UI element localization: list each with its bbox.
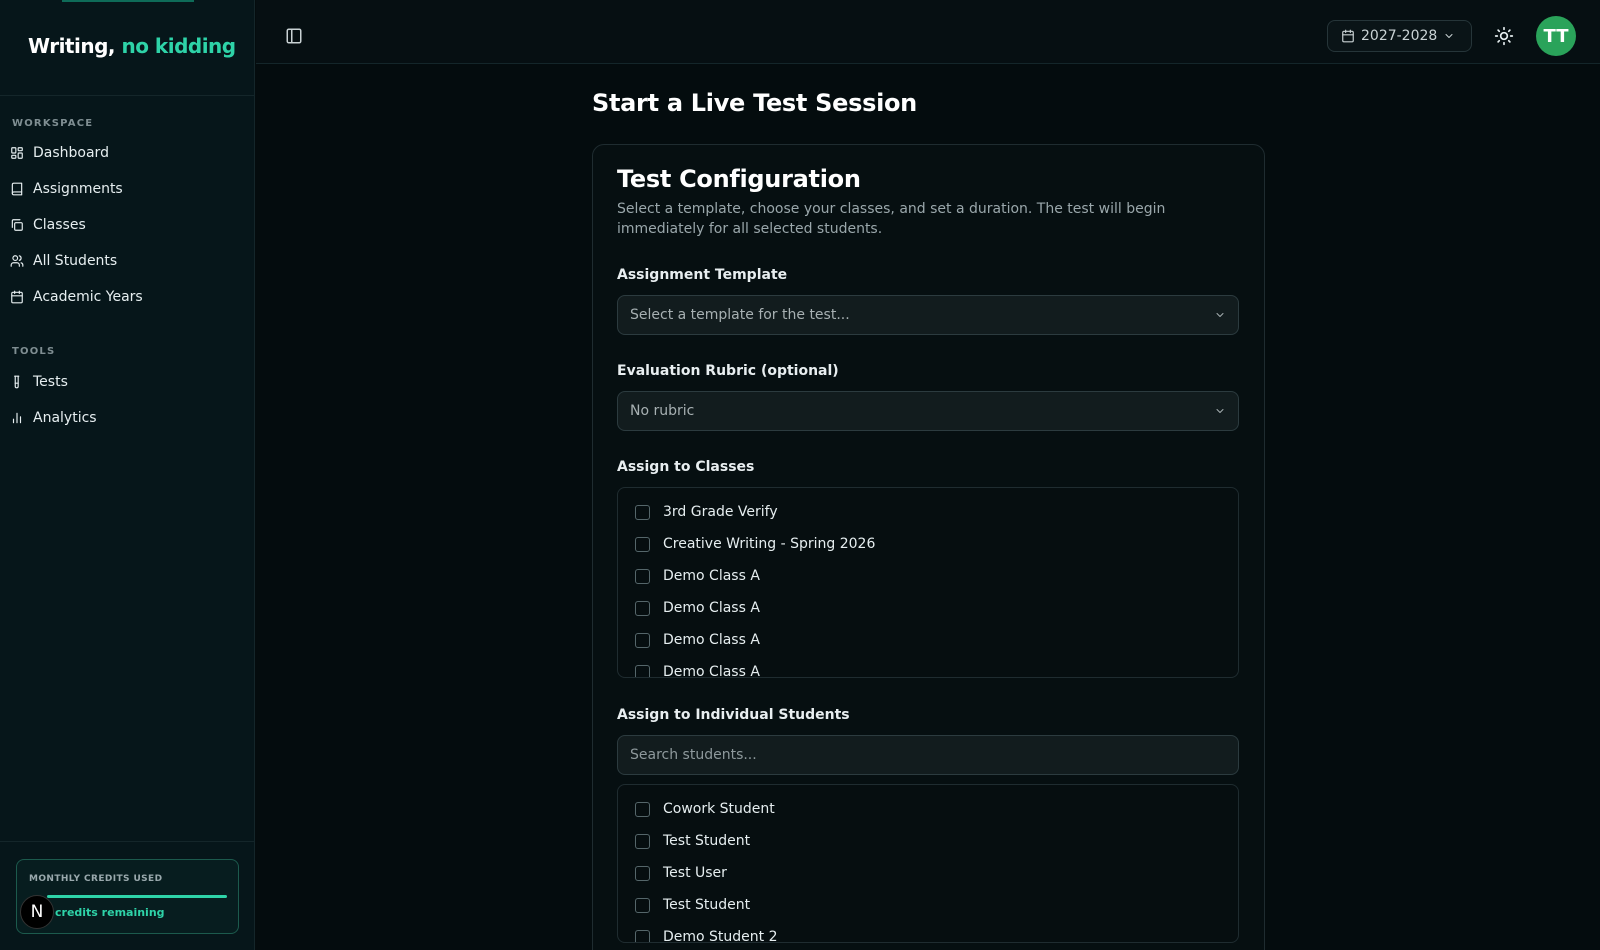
brand-part-1: Writing, [28,34,116,58]
chevron-down-icon [1216,409,1224,413]
student-option[interactable]: Cowork Student [635,799,775,819]
student-checkbox[interactable] [635,865,650,881]
student-option-label: Test Student [663,833,751,849]
test-tube-icon [14,375,20,389]
class-checkbox[interactable] [635,600,650,616]
card-description: Select a template, choose your classes, … [617,201,1166,237]
evaluation-rubric-value: No rubric [630,403,695,419]
tools-section-label: TOOLS [12,346,56,357]
student-checkbox[interactable] [635,897,650,913]
brand-logo[interactable]: Writing, no kidding [28,34,236,58]
card-title: Test Configuration [617,165,861,193]
assign-students-label: Assign to Individual Students [617,707,850,723]
sun-icon[interactable] [1494,26,1514,46]
classes-list[interactable]: 3rd Grade Verify Creative Writing - Spri… [617,487,1239,678]
assignment-template-label: Assignment Template [617,267,788,283]
student-checkbox[interactable] [635,801,650,817]
assignment-template-placeholder: Select a template for the test... [630,307,850,323]
sidebar-item-tests[interactable]: Tests [8,367,246,397]
student-option-label: Test Student [663,897,751,913]
evaluation-rubric-select[interactable]: No rubric [617,391,1239,431]
bar-chart-icon [12,412,22,424]
chevron-down-icon [1216,313,1224,317]
sidebar-item-label: Dashboard [33,145,109,161]
sidebar-item-classes[interactable]: Classes [8,210,246,240]
student-option[interactable]: Test Student [635,895,750,915]
student-option-label: Cowork Student [663,801,775,817]
sidebar-toggle-icon[interactable] [285,27,303,45]
book-icon [11,182,23,196]
sidebar-item-analytics[interactable]: Analytics [8,403,246,433]
sidebar-footer-divider [0,841,255,842]
class-option-label: Demo Class A [663,600,760,616]
calendar-icon [1342,29,1354,43]
student-checkbox[interactable] [635,833,650,849]
class-option-label: Demo Class A [663,632,760,648]
brand-part-2: no kidding [121,34,236,58]
class-option[interactable]: Demo Class A [635,630,760,650]
student-option[interactable]: Test User [635,863,727,883]
class-option-label: 3rd Grade Verify [663,504,778,520]
class-checkbox[interactable] [635,632,650,648]
academic-year-select[interactable]: 2027-2028 [1327,20,1472,52]
sidebar-item-label: Academic Years [33,289,143,305]
credits-title: MONTHLY CREDITS USED [29,874,163,884]
copy-icon [11,219,23,231]
credits-progress-bar [47,895,227,898]
user-avatar[interactable]: TT [1536,16,1576,56]
class-checkbox[interactable] [635,568,650,584]
student-option[interactable]: Demo Student 2 [635,927,778,943]
credits-remaining-text: credits remaining [55,906,165,919]
student-option-label: Demo Student 2 [663,929,778,943]
class-option-label: Creative Writing - Spring 2026 [663,536,876,552]
sidebar-item-assignments[interactable]: Assignments [8,174,246,204]
dashboard-icon [11,147,23,159]
sidebar: Writing, no kidding WORKSPACE Dashboard … [0,0,255,950]
class-option[interactable]: Demo Class A [635,598,760,618]
student-search-input[interactable] [617,735,1239,775]
class-option-label: Demo Class A [663,568,760,584]
assign-classes-label: Assign to Classes [617,459,755,475]
evaluation-rubric-label: Evaluation Rubric (optional) [617,363,839,379]
student-option-label: Test User [663,865,727,881]
class-checkbox[interactable] [635,504,650,520]
sidebar-item-label: Classes [33,217,86,233]
sidebar-item-dashboard[interactable]: Dashboard [8,138,246,168]
class-option-label: Demo Class A [663,664,760,678]
sidebar-item-all-students[interactable]: All Students [8,246,246,276]
assignment-template-select[interactable]: Select a template for the test... [617,295,1239,335]
class-option[interactable]: 3rd Grade Verify [635,502,778,522]
sidebar-item-label: Assignments [33,181,123,197]
class-checkbox[interactable] [635,536,650,552]
class-option[interactable]: Demo Class A [635,566,760,586]
sidebar-item-label: All Students [33,253,118,269]
sidebar-divider [0,95,255,96]
page-title: Start a Live Test Session [592,89,917,117]
users-icon [10,255,24,267]
calendar-icon [11,290,23,304]
class-option[interactable]: Demo Class A [635,662,760,678]
student-checkbox[interactable] [635,929,650,942]
sidebar-top-accent [62,0,194,2]
sidebar-item-label: Analytics [33,410,97,426]
academic-year-value: 2027-2028 [1361,28,1438,44]
class-option[interactable]: Creative Writing - Spring 2026 [635,534,875,554]
chevron-down-icon [1445,34,1453,38]
student-option[interactable]: Test Student [635,831,750,851]
workspace-section-label: WORKSPACE [12,118,94,129]
n-badge[interactable]: N [20,895,54,929]
class-checkbox[interactable] [635,664,650,677]
students-list[interactable]: Cowork Student Test Student Test User Te… [617,784,1239,943]
sidebar-item-academic-years[interactable]: Academic Years [8,282,246,312]
sidebar-item-label: Tests [33,374,68,390]
